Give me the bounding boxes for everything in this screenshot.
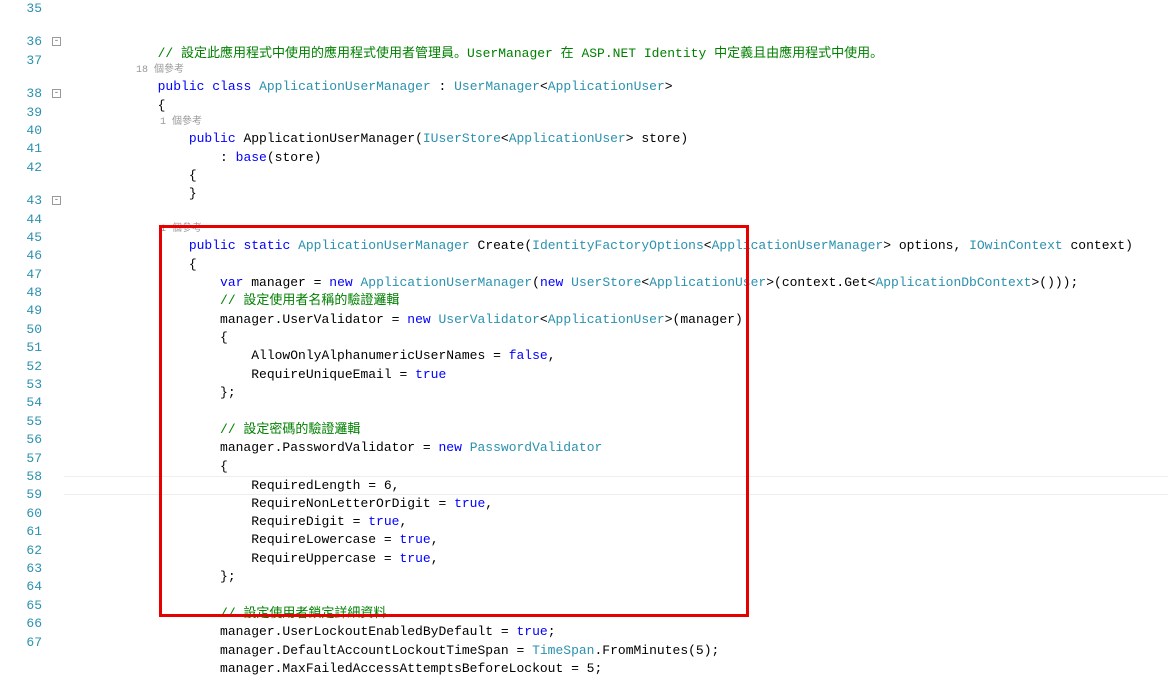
line-number: 39	[0, 104, 42, 122]
code-line[interactable]: {	[64, 97, 1168, 115]
codelens-reference[interactable]: 18 個參考	[64, 63, 1168, 78]
code-line[interactable]: var manager = new ApplicationUserManager…	[64, 274, 1168, 292]
line-number: 53	[0, 376, 42, 394]
code-line[interactable]: AllowOnlyAlphanumericUserNames = false,	[64, 347, 1168, 365]
line-number: 50	[0, 321, 42, 339]
code-line[interactable]	[64, 679, 1168, 697]
line-number: 65	[0, 597, 42, 615]
line-number: 49	[0, 302, 42, 320]
line-number: 47	[0, 266, 42, 284]
line-number: 61	[0, 523, 42, 541]
line-number: 67	[0, 634, 42, 652]
line-number	[0, 177, 42, 192]
code-line[interactable]: public ApplicationUserManager(IUserStore…	[64, 130, 1168, 148]
code-line[interactable]: {	[64, 167, 1168, 185]
code-editor[interactable]: 35 3637 3839404142 434445464748495051525354…	[0, 0, 1168, 697]
line-number: 64	[0, 578, 42, 596]
code-line[interactable]: public static ApplicationUserManager Cre…	[64, 237, 1168, 255]
line-number: 38	[0, 85, 42, 103]
line-number: 44	[0, 211, 42, 229]
fold-toggle-icon[interactable]: -	[52, 89, 61, 98]
line-number: 59	[0, 486, 42, 504]
line-number: 57	[0, 450, 42, 468]
code-line[interactable]: public class ApplicationUserManager : Us…	[64, 78, 1168, 96]
code-line[interactable]: RequireLowercase = true,	[64, 531, 1168, 549]
code-line[interactable]: RequireUppercase = true,	[64, 550, 1168, 568]
code-line[interactable]: {	[64, 329, 1168, 347]
line-number: 45	[0, 229, 42, 247]
line-number: 60	[0, 505, 42, 523]
code-line[interactable]: manager.UserLockoutEnabledByDefault = tr…	[64, 623, 1168, 641]
code-line[interactable]: // 設定使用者鎖定詳細資料	[64, 605, 1168, 623]
line-number: 62	[0, 542, 42, 560]
codelens-reference[interactable]: 1 個參考	[64, 222, 1168, 237]
line-number: 43	[0, 192, 42, 210]
fold-outline-column[interactable]: - - -	[50, 0, 64, 697]
line-number	[0, 70, 42, 85]
code-line[interactable]: RequireNonLetterOrDigit = true,	[64, 495, 1168, 513]
code-line[interactable]: manager.MaxFailedAccessAttemptsBeforeLoc…	[64, 660, 1168, 678]
code-line[interactable]: {	[64, 458, 1168, 476]
line-number-gutter: 35 3637 3839404142 434445464748495051525354…	[0, 0, 50, 697]
code-line[interactable]	[64, 587, 1168, 605]
line-number	[0, 18, 42, 33]
fold-toggle-icon[interactable]: -	[52, 196, 61, 205]
code-line[interactable]: RequireDigit = true,	[64, 513, 1168, 531]
code-line[interactable]: manager.PasswordValidator = new Password…	[64, 439, 1168, 457]
codelens-reference[interactable]: 1 個參考	[64, 115, 1168, 130]
code-line[interactable]: // 設定此應用程式中使用的應用程式使用者管理員。UserManager 在 A…	[64, 45, 1168, 63]
code-line[interactable]	[64, 403, 1168, 421]
line-number: 40	[0, 122, 42, 140]
code-line[interactable]: {	[64, 256, 1168, 274]
line-number: 51	[0, 339, 42, 357]
code-line[interactable]: : base(store)	[64, 149, 1168, 167]
code-line[interactable]: manager.UserValidator = new UserValidato…	[64, 311, 1168, 329]
code-line[interactable]: };	[64, 568, 1168, 586]
code-line[interactable]: };	[64, 384, 1168, 402]
line-number: 35	[0, 0, 42, 18]
code-body[interactable]: // 設定此應用程式中使用的應用程式使用者管理員。UserManager 在 A…	[64, 0, 1168, 697]
code-line[interactable]: RequireUniqueEmail = true	[64, 366, 1168, 384]
line-number: 63	[0, 560, 42, 578]
line-number: 42	[0, 159, 42, 177]
line-number: 56	[0, 431, 42, 449]
line-number: 46	[0, 247, 42, 265]
fold-toggle-icon[interactable]: -	[52, 37, 61, 46]
line-number: 41	[0, 140, 42, 158]
code-line[interactable]: manager.DefaultAccountLockoutTimeSpan = …	[64, 642, 1168, 660]
line-number: 54	[0, 394, 42, 412]
code-line[interactable]: // 設定密碼的驗證邏輯	[64, 421, 1168, 439]
line-number: 55	[0, 413, 42, 431]
code-line[interactable]	[64, 204, 1168, 222]
line-number: 48	[0, 284, 42, 302]
line-number: 58	[0, 468, 42, 486]
line-number: 37	[0, 52, 42, 70]
code-line[interactable]: }	[64, 185, 1168, 203]
line-number: 36	[0, 33, 42, 51]
code-line[interactable]: // 設定使用者名稱的驗證邏輯	[64, 292, 1168, 310]
line-number: 52	[0, 358, 42, 376]
code-line[interactable]: RequiredLength = 6,	[64, 476, 1168, 494]
